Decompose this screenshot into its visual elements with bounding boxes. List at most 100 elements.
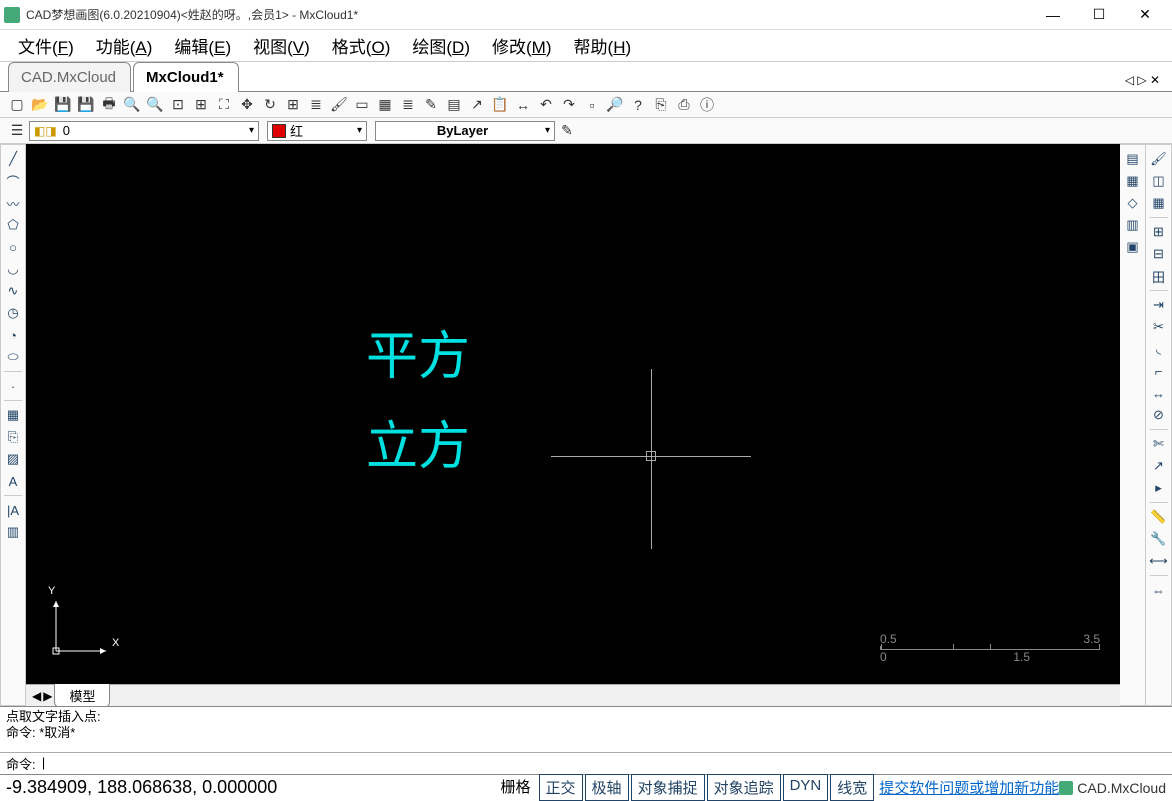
insert-icon[interactable]: ⎘ [3,427,23,447]
circle-icon[interactable]: ○ [3,237,23,257]
clock-icon[interactable]: ◷ [3,303,23,323]
maximize-button[interactable]: ☐ [1076,0,1122,30]
status-toggle-4[interactable]: 对象追踪 [707,774,781,801]
array-icon[interactable]: ⊞ [1149,222,1169,242]
layers2-icon[interactable]: ▥ [1123,215,1143,235]
help-icon[interactable]: ? [627,94,649,116]
find-icon[interactable]: 🔎 [604,94,626,116]
doc-tab-1[interactable]: MxCloud1* [133,62,239,92]
layers-icon[interactable]: ≣ [397,94,419,116]
menu-o[interactable]: 格式(O) [322,29,401,62]
eraser-icon[interactable]: ◫ [1149,171,1169,191]
menu-a[interactable]: 功能(A) [86,29,163,62]
minimize-button[interactable]: — [1030,0,1076,30]
hatch-icon[interactable]: ▨ [3,449,23,469]
status-toggle-6[interactable]: 线宽 [830,774,874,801]
drawing-canvas[interactable]: 平方 立方 X Y 0.53.5 [26,144,1120,684]
grip-icon[interactable]: ◇ [1123,193,1143,213]
extend-icon[interactable]: ⇥ [1149,295,1169,315]
line-icon[interactable]: ╱ [3,149,23,169]
brush-icon[interactable]: ✎ [420,94,442,116]
color-combo[interactable]: 红 ▾ [267,121,367,141]
status-toggle-5[interactable]: DYN [783,774,829,801]
zoom-window-icon[interactable]: ⊞ [190,94,212,116]
zoom-in-icon[interactable]: 🔍 [121,94,143,116]
doc-tab-0[interactable]: CAD.MxCloud [8,62,131,92]
dot-icon[interactable]: · [3,376,23,396]
props-icon[interactable]: ⊞ [282,94,304,116]
curve-icon[interactable]: ∿ [3,281,23,301]
matchprop-icon[interactable]: ✎ [556,120,578,142]
tab-nav[interactable]: ◁ ▷ ✕ [1121,69,1164,91]
brush-icon[interactable]: 🖌 [1149,149,1169,169]
plot-icon[interactable]: 🖶 [98,94,120,116]
menu-v[interactable]: 视图(V) [243,29,320,62]
regen-icon[interactable]: ↻ [259,94,281,116]
zoom-out-icon[interactable]: 🔍 [144,94,166,116]
polygon-icon[interactable]: ⬠ [3,215,23,235]
menu-d[interactable]: 绘图(D) [402,29,480,62]
sheet-next-icon[interactable]: ▶ [43,689,52,703]
arrow-icon[interactable]: ↗ [1149,456,1169,476]
hatch-icon[interactable]: ▦ [374,94,396,116]
save-icon[interactable]: 💾 [52,94,74,116]
paint-icon[interactable]: 🖌 [328,94,350,116]
props-icon[interactable]: ▦ [1123,171,1143,191]
area-icon[interactable]: ▭ [351,94,373,116]
zoom-all-icon[interactable]: ⊡ [167,94,189,116]
layer-icon[interactable]: ≣ [305,94,327,116]
layer-filter-icon[interactable]: ☰ [6,120,28,142]
new-icon[interactable]: ▢ [6,94,28,116]
link-icon[interactable]: ⎘ [650,94,672,116]
polyline-icon[interactable]: 〰 [3,193,23,213]
export-icon[interactable]: ↗ [466,94,488,116]
pdf-icon[interactable]: ⎙ [673,94,695,116]
linetype-combo[interactable]: ByLayer ▾ [375,121,555,141]
sheet-tab-model[interactable]: 模型 [54,684,110,708]
about-icon[interactable]: ⓘ [696,94,718,116]
blank-icon[interactable]: ▫ [581,94,603,116]
dist-icon[interactable]: ↔ [512,94,534,116]
feedback-link[interactable]: 提交软件问题或增加新功能 [879,777,1059,798]
block-icon[interactable]: ▦ [3,405,23,425]
status-toggle-0[interactable]: 栅格 [495,774,537,801]
open-icon[interactable]: 📂 [29,94,51,116]
measure-icon[interactable]: ▥ [3,522,23,542]
saveall-icon[interactable]: 💾 [75,94,97,116]
menu-m[interactable]: 修改(M) [482,29,562,62]
dim-continue-icon[interactable]: ⟷ [1149,551,1169,571]
menu-e[interactable]: 编辑(E) [164,29,241,62]
ruler-icon[interactable]: 📏 [1149,507,1169,527]
close-button[interactable]: ✕ [1122,0,1168,30]
break-icon[interactable]: ⊘ [1149,405,1169,425]
zoom-ext-icon[interactable]: ⛶ [213,94,235,116]
pan-icon[interactable]: ✥ [236,94,258,116]
layer-combo[interactable]: ◧◨ 0 ▾ [29,121,259,141]
script-icon[interactable]: ▤ [443,94,465,116]
menu-h[interactable]: 帮助(H) [564,29,642,62]
arc-seg-icon[interactable]: ⌒ [3,171,23,191]
trim-icon[interactable]: ✂ [1149,317,1169,337]
ellipse-arc-icon[interactable]: ◔ [3,325,23,345]
pointer-icon[interactable]: ▸ [1149,478,1169,498]
clipboard-icon[interactable]: 📋 [489,94,511,116]
copy2-icon[interactable]: ▣ [1123,237,1143,257]
undo-icon[interactable]: ↶ [535,94,557,116]
redo-icon[interactable]: ↷ [558,94,580,116]
stretch-icon[interactable]: ↔ [1149,383,1169,403]
mtext-ia-icon[interactable]: |A [3,500,23,520]
corner-icon[interactable]: ⌐ [1149,361,1169,381]
copy-layers-icon[interactable]: ▤ [1123,149,1143,169]
hatch2-icon[interactable]: ▦ [1149,193,1169,213]
menu-f[interactable]: 文件(F) [8,29,84,62]
text-a-icon[interactable]: A [3,471,23,491]
command-input[interactable] [40,756,1166,771]
mirror-h-icon[interactable]: ⇔ [1149,580,1169,600]
grid3-icon[interactable]: ⊟ [1149,244,1169,264]
ellipse-icon[interactable]: ⬭ [3,347,23,367]
status-toggle-2[interactable]: 极轴 [585,774,629,801]
scissors-icon[interactable]: ✄ [1149,434,1169,454]
grid-center-icon[interactable]: 田 [1149,266,1169,286]
arc-icon[interactable]: ◡ [3,259,23,279]
status-toggle-3[interactable]: 对象捕捉 [631,774,705,801]
